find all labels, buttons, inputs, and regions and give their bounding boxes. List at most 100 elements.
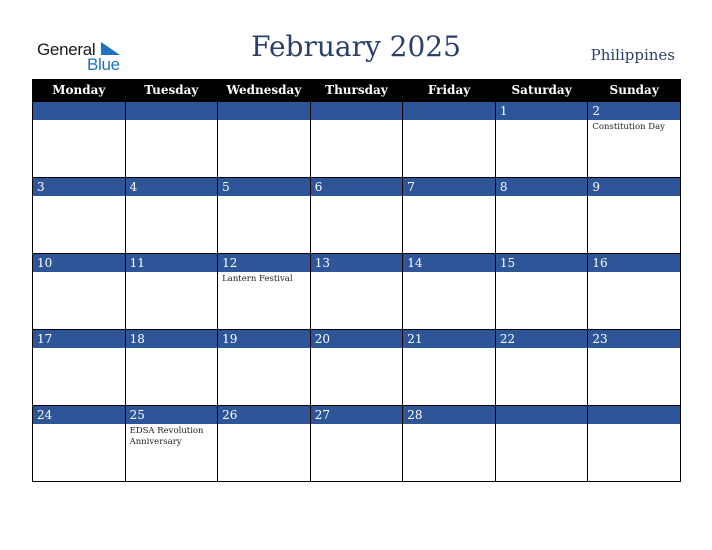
day-number [403, 102, 495, 120]
week-row: 3456789 [32, 177, 681, 254]
day-cell[interactable]: 19 [217, 329, 311, 406]
holiday-event: Lantern Festival [222, 274, 293, 284]
day-cell[interactable]: 15 [494, 253, 589, 330]
day-number: 16 [588, 254, 680, 272]
day-number: 18 [125, 330, 218, 348]
holiday-event [311, 196, 403, 198]
holiday-event [403, 272, 495, 274]
holiday-event [33, 424, 125, 426]
holiday-event [311, 424, 403, 426]
day-cell[interactable]: 8 [494, 177, 589, 254]
day-cell[interactable]: 9 [587, 177, 681, 254]
day-cell[interactable]: 22 [494, 329, 589, 406]
day-number [33, 102, 125, 120]
holiday-event [403, 196, 495, 198]
day-number: 2 [588, 102, 680, 120]
weekday-header-row: Monday Tuesday Wednesday Thursday Friday… [32, 79, 681, 102]
day-number: 11 [125, 254, 218, 272]
day-cell[interactable]: 24 [32, 405, 126, 482]
weekday-header: Friday [402, 79, 496, 102]
day-cell[interactable]: 11 [124, 253, 219, 330]
day-number: 13 [310, 254, 403, 272]
day-cell[interactable]: 26 [217, 405, 311, 482]
day-cell[interactable]: 28 [402, 405, 496, 482]
day-cell[interactable]: 7 [402, 177, 496, 254]
day-cell[interactable]: 5 [217, 177, 311, 254]
day-cell[interactable]: 2 Constitution Day [587, 101, 681, 178]
holiday-event [218, 424, 310, 426]
holiday-event [588, 424, 680, 426]
day-number [310, 102, 403, 120]
day-number: 5 [218, 178, 310, 196]
day-number: 21 [403, 330, 495, 348]
day-cell[interactable] [217, 101, 311, 178]
day-number [495, 406, 588, 424]
holiday-event [218, 196, 310, 198]
holiday-event [588, 272, 680, 274]
day-cell[interactable]: 14 [402, 253, 496, 330]
holiday-event [126, 272, 218, 274]
weekday-header: Thursday [309, 79, 404, 102]
day-number: 1 [495, 102, 588, 120]
holiday-event [218, 348, 310, 350]
day-cell[interactable]: 20 [309, 329, 404, 406]
holiday-event [311, 272, 403, 274]
day-cell[interactable]: 12 Lantern Festival [217, 253, 311, 330]
weekday-header: Tuesday [124, 79, 219, 102]
day-cell[interactable]: 27 [309, 405, 404, 482]
holiday-event [33, 348, 125, 350]
day-number: 7 [403, 178, 495, 196]
day-cell[interactable]: 4 [124, 177, 219, 254]
day-number: 3 [33, 178, 125, 196]
weekday-header: Monday [32, 79, 126, 102]
day-number: 8 [495, 178, 588, 196]
day-cell[interactable]: 10 [32, 253, 126, 330]
day-cell[interactable]: 6 [309, 177, 404, 254]
holiday-event [126, 120, 218, 122]
holiday-event [33, 196, 125, 198]
week-row: 1 2 Constitution Day [32, 101, 681, 178]
day-cell[interactable]: 1 [494, 101, 589, 178]
day-cell[interactable]: 23 [587, 329, 681, 406]
day-cell[interactable] [32, 101, 126, 178]
day-number: 6 [310, 178, 403, 196]
day-number [218, 102, 310, 120]
holiday-event [126, 348, 218, 350]
calendar-grid: Monday Tuesday Wednesday Thursday Friday… [32, 79, 681, 482]
day-number: 22 [495, 330, 588, 348]
holiday-event [403, 120, 495, 122]
day-cell[interactable]: 13 [309, 253, 404, 330]
day-cell[interactable]: 21 [402, 329, 496, 406]
day-cell[interactable] [124, 101, 219, 178]
week-row: 10 11 12 Lantern Festival 13 14 15 16 [32, 253, 681, 330]
day-cell[interactable]: 18 [124, 329, 219, 406]
day-number [125, 102, 218, 120]
holiday-event [496, 120, 588, 122]
day-number: 27 [310, 406, 403, 424]
weekday-header: Wednesday [217, 79, 311, 102]
holiday-event [588, 348, 680, 350]
day-number: 26 [218, 406, 310, 424]
holiday-event [496, 348, 588, 350]
day-cell[interactable]: 3 [32, 177, 126, 254]
holiday-event [496, 196, 588, 198]
day-cell[interactable]: 17 [32, 329, 126, 406]
day-cell[interactable] [309, 101, 404, 178]
day-cell[interactable] [587, 405, 681, 482]
day-number: 28 [403, 406, 495, 424]
holiday-event [496, 424, 588, 426]
day-number: 17 [33, 330, 125, 348]
holiday-event [311, 120, 403, 122]
day-cell[interactable] [494, 405, 589, 482]
day-cell[interactable]: 25 EDSA Revolution Anniversary [124, 405, 219, 482]
day-number: 10 [33, 254, 125, 272]
week-row: 17 18 19 20 21 22 23 [32, 329, 681, 406]
holiday-event [403, 424, 495, 426]
day-number: 9 [588, 178, 680, 196]
day-number: 25 [125, 406, 218, 424]
day-number: 19 [218, 330, 310, 348]
day-number: 20 [310, 330, 403, 348]
day-number: 14 [403, 254, 495, 272]
day-cell[interactable] [402, 101, 496, 178]
day-cell[interactable]: 16 [587, 253, 681, 330]
